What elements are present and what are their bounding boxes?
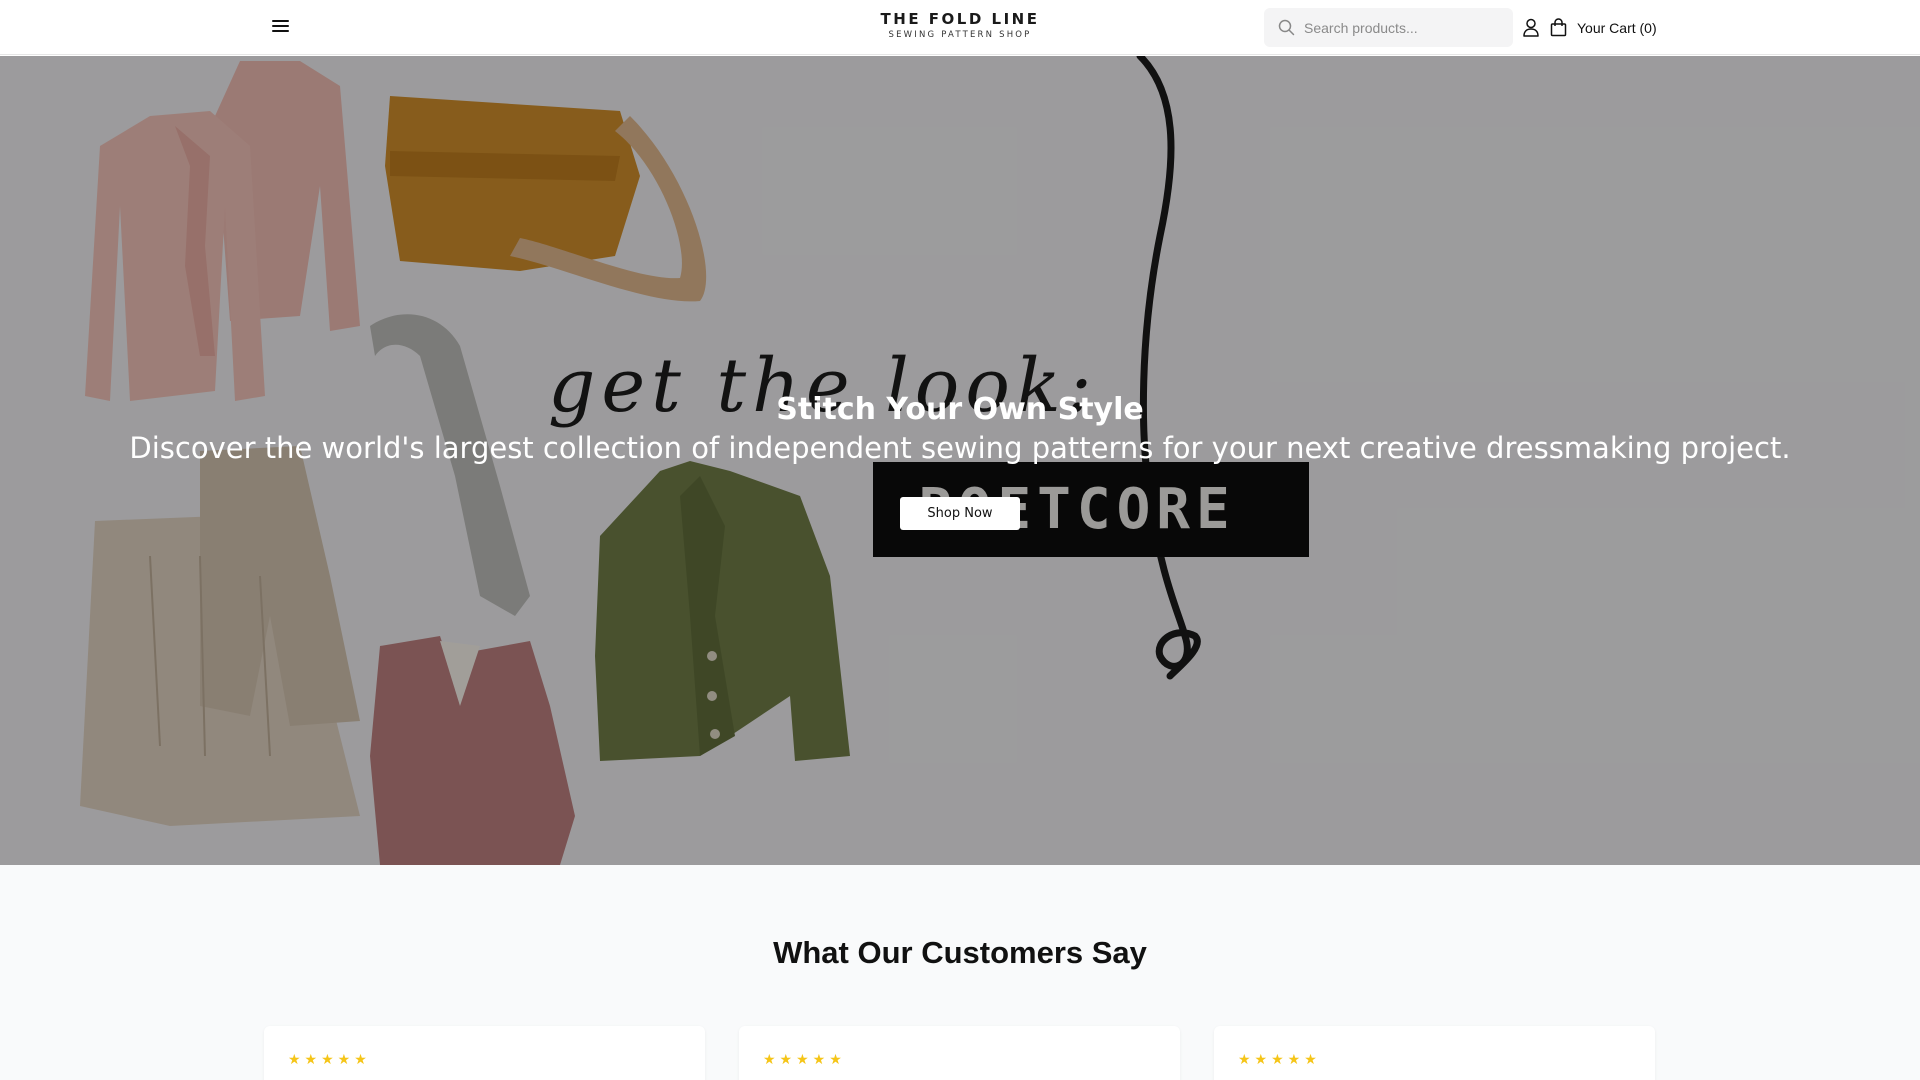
- search-bar: [1264, 8, 1513, 47]
- logo-wordmark: THE FOLD LINE: [880, 10, 1040, 28]
- testimonial-card: ★★★★★: [739, 1026, 1180, 1080]
- user-icon[interactable]: [1522, 18, 1540, 37]
- testimonial-card: ★★★★★: [264, 1026, 705, 1080]
- search-input[interactable]: [1304, 8, 1504, 47]
- testimonials-heading: What Our Customers Say: [773, 935, 1147, 970]
- shopping-bag-icon: [1550, 18, 1567, 37]
- hero-banner: get the look: POETCORE Stitch Your Own S…: [0, 56, 1920, 865]
- cart-button[interactable]: Your Cart (0): [1550, 17, 1657, 38]
- star-rating: ★★★★★: [288, 1052, 371, 1068]
- menu-icon[interactable]: [272, 17, 294, 37]
- hero-title: Stitch Your Own Style: [776, 392, 1144, 427]
- logo-tagline: SEWING PATTERN SHOP: [888, 30, 1032, 40]
- shop-now-button[interactable]: Shop Now: [900, 497, 1020, 530]
- star-rating: ★★★★★: [763, 1052, 846, 1068]
- testimonials-section: What Our Customers Say ★★★★★ ★★★★★ ★★★★★: [0, 865, 1920, 1080]
- search-icon[interactable]: [1278, 19, 1295, 36]
- hero-subtitle: Discover the world's largest collection …: [129, 431, 1791, 465]
- cart-label: Your Cart (0): [1577, 19, 1657, 36]
- star-rating: ★★★★★: [1238, 1052, 1321, 1068]
- site-header: THE FOLD LINE SEWING PATTERN SHOP Your C…: [0, 0, 1920, 55]
- site-logo[interactable]: THE FOLD LINE SEWING PATTERN SHOP: [860, 11, 1060, 41]
- testimonial-card: ★★★★★: [1214, 1026, 1655, 1080]
